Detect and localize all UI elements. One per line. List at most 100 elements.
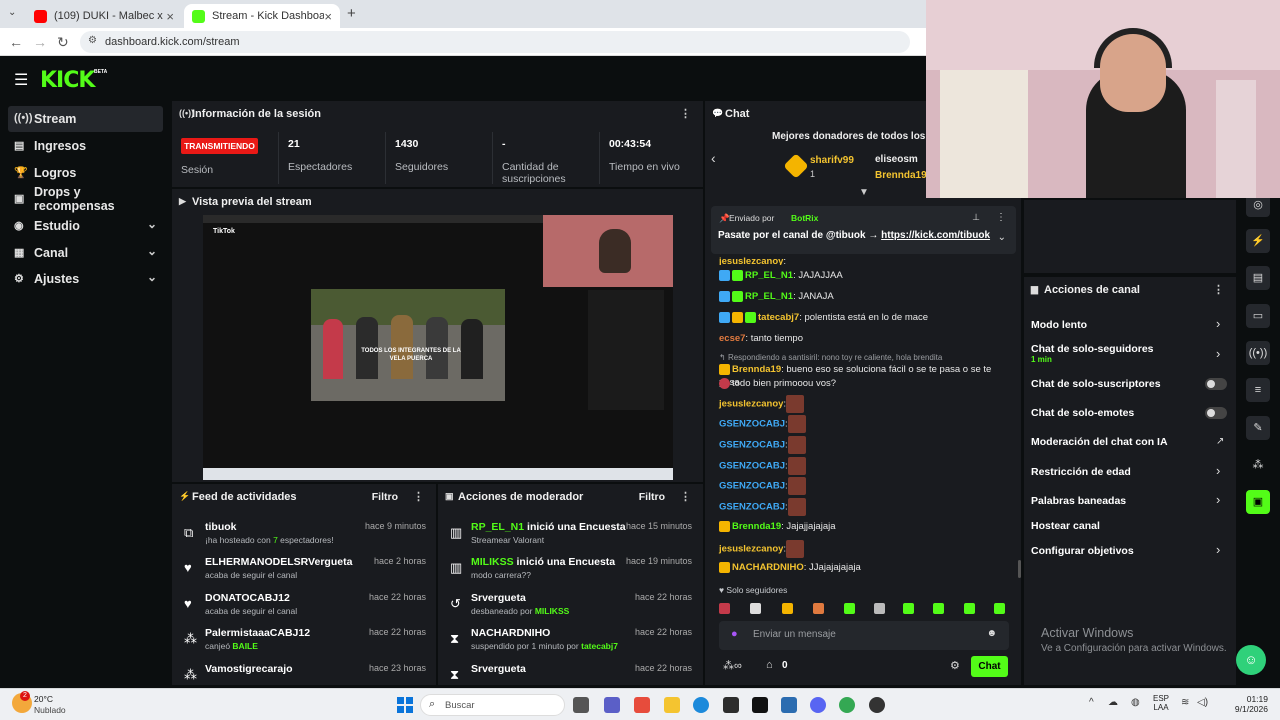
- sidebar-item-canal[interactable]: ▦ Canal ⌄: [8, 240, 163, 266]
- pinned-link[interactable]: https://kick.com/tibuok: [881, 230, 990, 241]
- chevron-right-icon[interactable]: ›: [1216, 463, 1220, 478]
- action-banned-words[interactable]: Palabras baneadas: [1031, 495, 1231, 507]
- emote-icon[interactable]: [782, 603, 793, 614]
- emote-icon[interactable]: [933, 603, 944, 614]
- unpin-icon[interactable]: ⊥: [972, 212, 980, 223]
- emote-icon[interactable]: [874, 603, 885, 614]
- app-icon[interactable]: [781, 697, 797, 713]
- url-input[interactable]: ⚙ dashboard.kick.com/stream: [80, 31, 910, 53]
- chat-username[interactable]: jesuslezcanoy: [719, 544, 783, 555]
- kebab-menu-icon[interactable]: ⋮: [680, 107, 691, 120]
- sidebar-item-logros[interactable]: 🏆 Logros: [8, 160, 163, 186]
- gift-icon[interactable]: ⌂: [766, 659, 773, 671]
- chevron-up-icon[interactable]: ^: [1089, 697, 1094, 708]
- sidebar-item-stream[interactable]: ((•)) Stream: [8, 106, 163, 132]
- donor-name[interactable]: Brennda19: [875, 170, 927, 181]
- subscribers-only-toggle[interactable]: [1205, 378, 1227, 390]
- tab-kick-dashboard[interactable]: Stream - Kick Dashboard ×: [184, 4, 340, 28]
- file-explorer-icon[interactable]: [664, 697, 680, 713]
- stream-preview-video[interactable]: TikTok TODOS LOS INTEGRANTES DE LA VELA …: [203, 215, 673, 480]
- forward-icon[interactable]: →: [33, 34, 47, 50]
- chat-username[interactable]: jesuslezcanoy: [719, 256, 783, 265]
- kebab-menu-icon[interactable]: ⋮: [680, 490, 691, 503]
- kick-logo[interactable]: KICK: [40, 68, 95, 93]
- close-icon[interactable]: ×: [324, 9, 332, 24]
- teams-icon[interactable]: [604, 697, 620, 713]
- store-icon[interactable]: [723, 697, 739, 713]
- chat-message-input[interactable]: ● Enviar un mensaje ☻: [719, 621, 1009, 650]
- points-icon[interactable]: ⁂∞: [723, 659, 742, 672]
- mod-username[interactable]: Srvergueta: [471, 592, 526, 604]
- sidebar-item-drops[interactable]: ▣ Drops y recompensas: [8, 185, 163, 213]
- external-link-icon[interactable]: ↗: [1216, 436, 1224, 447]
- chat-settings-gear-icon[interactable]: ⚙: [950, 659, 960, 672]
- taskbar-search-input[interactable]: ⌕ Buscar: [420, 694, 565, 716]
- language-indicator[interactable]: ESP LAA: [1153, 694, 1169, 712]
- chat-scrollbar[interactable]: [1018, 560, 1021, 578]
- feed-username[interactable]: ELHERMANODELSRVergueta: [205, 556, 352, 568]
- tab-list-icon[interactable]: ⌄: [8, 7, 16, 18]
- chat-username[interactable]: Brennda19: [732, 521, 781, 532]
- windows-start-icon[interactable]: [397, 697, 413, 713]
- emote-icon[interactable]: [903, 603, 914, 614]
- donor-name[interactable]: sharifv99: [810, 155, 854, 166]
- kick-app-icon[interactable]: ▣: [1246, 490, 1270, 514]
- send-chat-button[interactable]: Chat: [971, 656, 1008, 677]
- emoji-picker-icon[interactable]: ☻: [986, 628, 997, 639]
- emote-icon[interactable]: [813, 603, 824, 614]
- discord-icon[interactable]: [810, 697, 826, 713]
- chevron-right-icon[interactable]: ›: [1216, 542, 1220, 557]
- sidebar-item-ajustes[interactable]: ⚙ Ajustes ⌄: [8, 266, 163, 292]
- kebab-menu-icon[interactable]: ⋮: [996, 212, 1006, 223]
- chat-username[interactable]: Brennda19: [732, 364, 781, 375]
- emotes-only-toggle[interactable]: [1205, 407, 1227, 419]
- emote-icon[interactable]: [844, 603, 855, 614]
- reload-icon[interactable]: ↻: [57, 34, 69, 51]
- kebab-menu-icon[interactable]: ⋮: [413, 490, 424, 503]
- wifi-icon[interactable]: ≋: [1181, 697, 1189, 708]
- action-host-channel[interactable]: Hostear canal: [1031, 520, 1231, 532]
- emote-icon[interactable]: [719, 603, 730, 614]
- lightning-icon[interactable]: ⚡: [1246, 229, 1270, 253]
- action-subscribers-only[interactable]: Chat de solo-suscriptores: [1031, 378, 1231, 390]
- mod-username[interactable]: MILIKSS: [471, 556, 514, 568]
- chat-username[interactable]: GSENZOCABJ: [719, 481, 785, 492]
- chat-username[interactable]: GSENZOCABJ: [719, 461, 785, 472]
- chat-icon[interactable]: ▭: [1246, 304, 1270, 328]
- action-followers-only[interactable]: Chat de solo-seguidores 1 min: [1031, 343, 1231, 364]
- chat-username[interactable]: RP_EL_N1: [745, 270, 793, 281]
- action-emotes-only[interactable]: Chat de solo-emotes: [1031, 407, 1231, 419]
- obs-icon[interactable]: [869, 697, 885, 713]
- chevron-down-icon[interactable]: ⌄: [998, 232, 1006, 243]
- edge-icon[interactable]: [693, 697, 709, 713]
- tray-app-icon[interactable]: ◍: [1131, 697, 1140, 708]
- wrench-icon[interactable]: ✎: [1246, 416, 1270, 440]
- hamburger-menu-icon[interactable]: ☰: [14, 70, 28, 90]
- document-icon[interactable]: ▤: [1246, 266, 1270, 290]
- chevron-right-icon[interactable]: ›: [1216, 346, 1220, 361]
- emote-icon[interactable]: [750, 603, 761, 614]
- points-icon[interactable]: ⁂: [1246, 453, 1270, 477]
- clock[interactable]: 01:19 9/1/2026: [1226, 694, 1268, 714]
- pinned-by-user[interactable]: BotRix: [791, 213, 818, 223]
- chevron-right-icon[interactable]: ›: [1216, 492, 1220, 507]
- tab-youtube[interactable]: (109) DUKI - Malbec x Bizarrap ×: [26, 4, 182, 28]
- emote-icon[interactable]: [994, 603, 1005, 614]
- action-set-goals[interactable]: Configurar objetivos: [1031, 545, 1231, 557]
- volume-icon[interactable]: ◁): [1197, 697, 1208, 708]
- chat-username[interactable]: GSENZOCABJ: [719, 419, 785, 430]
- tray-app-icon[interactable]: ☁: [1108, 697, 1118, 708]
- feed-username[interactable]: DONATOCABJ12: [205, 592, 290, 604]
- chat-username[interactable]: ecse7: [719, 333, 745, 344]
- feed-filter-button[interactable]: Filtro: [372, 491, 398, 503]
- chat-username[interactable]: jesuslezcanoy: [719, 399, 783, 410]
- chrome-icon[interactable]: [839, 697, 855, 713]
- chat-username[interactable]: NACHARDNIHO: [732, 562, 804, 573]
- chevron-right-icon[interactable]: ›: [1216, 316, 1220, 331]
- mod-username[interactable]: Srvergueta: [471, 663, 526, 675]
- donor-name[interactable]: eliseosm: [875, 154, 918, 165]
- collapse-icon[interactable]: ▼: [859, 187, 869, 198]
- mod-filter-button[interactable]: Filtro: [639, 491, 665, 503]
- back-icon[interactable]: ←: [9, 34, 23, 50]
- action-ai-moderation[interactable]: Moderación del chat con IA: [1031, 436, 1231, 448]
